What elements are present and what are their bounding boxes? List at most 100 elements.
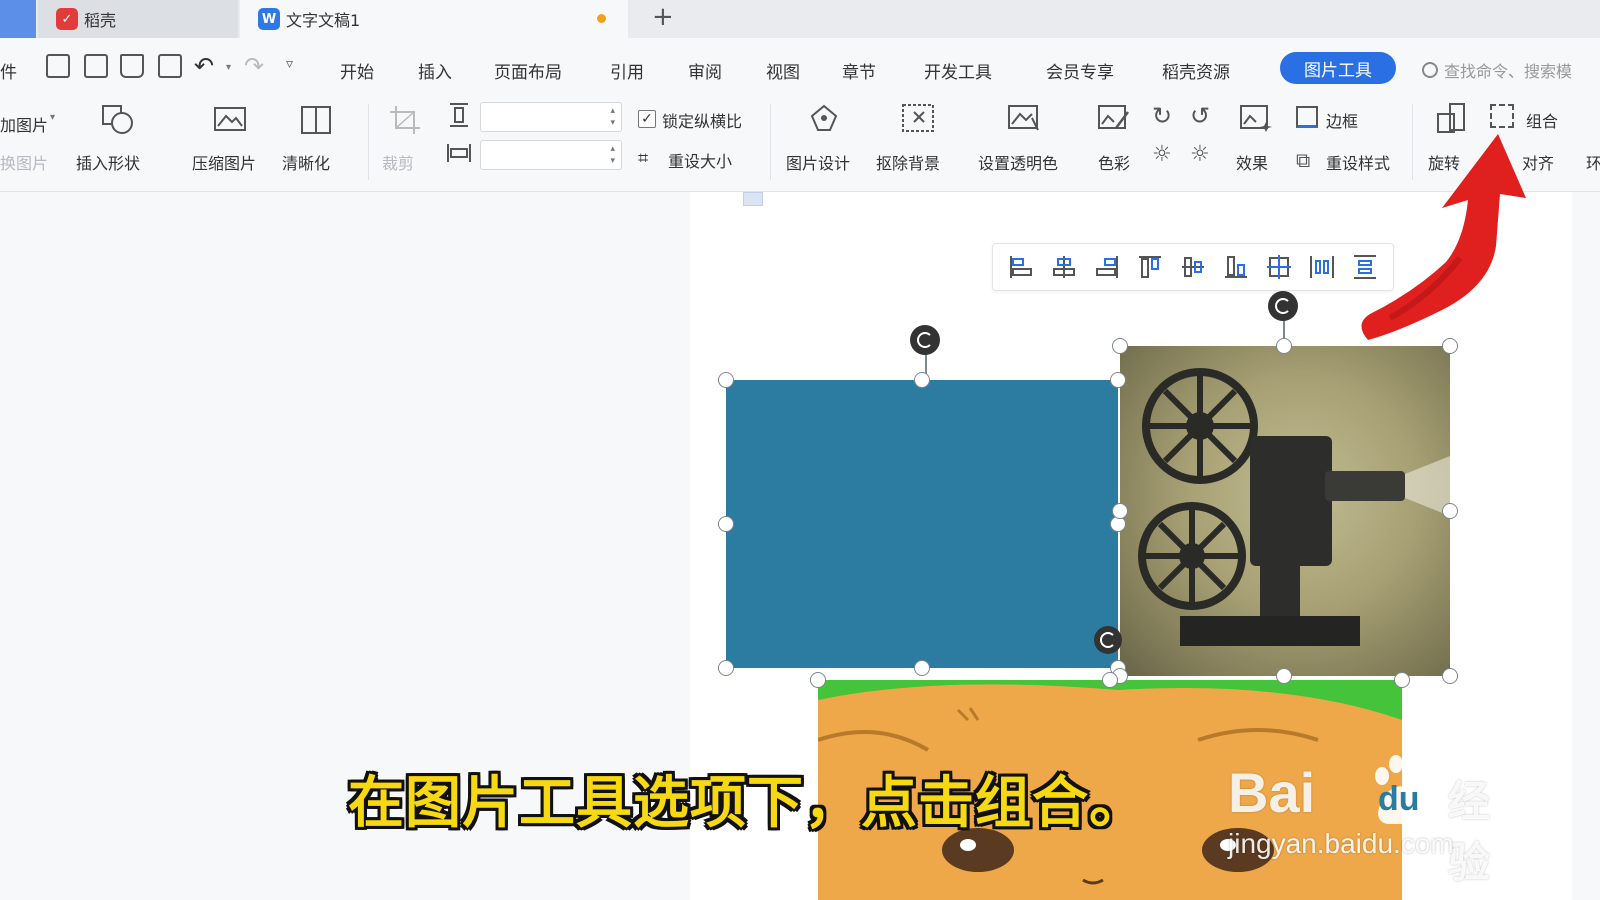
tutorial-caption: 在图片工具选项下，点击组合。 — [348, 771, 1146, 836]
tab-document[interactable]: W 文字文稿1 — [240, 0, 628, 38]
print-icon[interactable] — [120, 54, 144, 78]
rotate-handle-projector-icon[interactable] — [1268, 291, 1298, 321]
resize-handle[interactable] — [1276, 668, 1292, 684]
resize-handle[interactable] — [1442, 503, 1458, 519]
resize-handle[interactable] — [718, 660, 734, 676]
print-preview-icon[interactable] — [158, 54, 182, 78]
menu-chapter[interactable]: 章节 — [842, 58, 876, 83]
save-icon[interactable] — [46, 54, 70, 78]
ribbon-separator — [368, 104, 369, 180]
set-transparent-color-button[interactable]: 设置透明色 — [978, 150, 1058, 174]
projector-illustration — [1120, 346, 1450, 676]
menu-references[interactable]: 引用 — [610, 58, 644, 83]
remove-background-button[interactable]: 抠除背景 — [876, 150, 940, 174]
insert-shape-icon — [100, 104, 136, 136]
contrast-up-icon[interactable]: ↻ — [1152, 102, 1172, 130]
export-icon[interactable] — [84, 54, 108, 78]
group-button[interactable]: 组合 — [1526, 108, 1558, 132]
unsaved-dot-icon — [597, 14, 606, 23]
effects-icon — [1238, 102, 1274, 134]
tab-picture-tools[interactable]: 图片工具 — [1280, 52, 1396, 84]
crop-icon — [388, 104, 424, 136]
reset-style-icon: ⧉ — [1296, 148, 1311, 172]
menu-insert[interactable]: 插入 — [418, 58, 452, 83]
menu-docer-resources[interactable]: 稻壳资源 — [1162, 58, 1230, 83]
crop-button[interactable]: 裁剪 — [382, 150, 414, 174]
lock-ratio-checkbox[interactable]: ✓ — [638, 110, 656, 128]
width-icon — [446, 140, 482, 172]
distribute-horizontal-icon[interactable] — [1306, 251, 1338, 283]
height-input[interactable] — [480, 102, 622, 132]
rotate-handle-pikachu-icon[interactable] — [1094, 626, 1122, 654]
tab-docer[interactable]: ✓ 稻壳 — [38, 0, 238, 38]
resize-handle[interactable] — [1110, 372, 1126, 388]
picture-design-icon — [806, 102, 842, 134]
color-icon — [1096, 102, 1132, 134]
watermark-jingyan: 经验 — [1448, 777, 1491, 887]
customize-toolbar-icon[interactable]: ▿ — [286, 56, 293, 72]
watermark-url: jingyan.baidu.com — [1228, 828, 1454, 859]
lock-ratio-label: 锁定纵横比 — [662, 112, 743, 131]
undo-dropdown-icon[interactable]: ▾ — [226, 62, 231, 73]
blue-rectangle-shape[interactable] — [726, 380, 1118, 668]
menu-developer[interactable]: 开发工具 — [924, 58, 992, 83]
redo-icon[interactable]: ↷ — [244, 52, 264, 80]
resize-handle[interactable] — [718, 516, 734, 532]
menu-page-layout[interactable]: 页面布局 — [494, 58, 562, 83]
docer-logo-icon: ✓ — [56, 8, 78, 30]
border-icon — [1296, 106, 1318, 128]
color-button[interactable]: 色彩 — [1098, 150, 1130, 174]
resize-handle[interactable] — [914, 660, 930, 676]
wrap-text-button[interactable]: 环 — [1586, 150, 1600, 174]
brightness-up-icon[interactable]: ☼ — [1152, 142, 1172, 167]
home-tab-edge[interactable] — [0, 0, 36, 38]
resize-handle[interactable] — [1394, 672, 1410, 688]
sharpen-button[interactable]: 清晰化 — [282, 150, 330, 174]
menu-file[interactable]: 件 — [0, 58, 17, 83]
menu-member[interactable]: 会员专享 — [1046, 58, 1114, 83]
align-middle-icon[interactable] — [1177, 251, 1209, 283]
ribbon-separator — [770, 104, 771, 180]
align-bottom-icon[interactable] — [1220, 251, 1252, 283]
undo-icon[interactable]: ↶ — [194, 52, 214, 80]
projector-picture[interactable] — [1120, 346, 1450, 676]
resize-handle[interactable] — [1442, 668, 1458, 684]
search-icon — [1422, 62, 1438, 78]
command-search[interactable]: 查找命令、搜索模 — [1422, 58, 1572, 82]
resize-handle[interactable] — [1102, 672, 1118, 688]
menu-view[interactable]: 视图 — [766, 58, 800, 83]
align-center-icon[interactable] — [1048, 251, 1080, 283]
insert-shape-button[interactable]: 插入形状 — [76, 150, 140, 174]
align-page-center-icon[interactable] — [1263, 251, 1295, 283]
resize-handle[interactable] — [810, 672, 826, 688]
menu-home[interactable]: 开始 — [340, 58, 374, 83]
align-right-icon[interactable] — [1091, 251, 1123, 283]
set-transparent-color-icon — [1006, 102, 1042, 134]
change-picture-button[interactable]: 换图片 — [0, 150, 48, 174]
contrast-down-icon[interactable]: ↺ — [1190, 102, 1210, 130]
brightness-down-icon[interactable]: ☼ — [1190, 142, 1210, 167]
new-tab-button[interactable]: + — [652, 2, 674, 32]
menu-review[interactable]: 审阅 — [688, 58, 722, 83]
align-top-icon[interactable] — [1134, 251, 1166, 283]
watermark-brand-du: du — [1378, 780, 1420, 818]
align-left-icon[interactable] — [1005, 251, 1037, 283]
group-icon — [1490, 104, 1514, 128]
layout-options-icon[interactable] — [743, 192, 763, 206]
red-annotation-arrow — [1361, 134, 1526, 340]
effects-button[interactable]: 效果 — [1236, 150, 1268, 174]
add-picture-button[interactable]: 加图片 — [0, 112, 48, 136]
search-placeholder: 查找命令、搜索模 — [1444, 62, 1573, 81]
picture-design-button[interactable]: 图片设计 — [786, 150, 850, 174]
resize-handle[interactable] — [1112, 338, 1128, 354]
height-icon — [446, 102, 482, 134]
resize-handle[interactable] — [1276, 338, 1292, 354]
reset-size-button[interactable]: 重设大小 — [668, 148, 732, 172]
resize-handle[interactable] — [1112, 503, 1128, 519]
add-picture-dropdown-icon[interactable]: ▾ — [50, 112, 55, 123]
compress-picture-button[interactable]: 压缩图片 — [192, 150, 256, 174]
width-input[interactable] — [480, 140, 622, 170]
resize-handle[interactable] — [914, 372, 930, 388]
rotate-handle-rectangle-icon[interactable] — [910, 325, 940, 355]
resize-handle[interactable] — [718, 372, 734, 388]
